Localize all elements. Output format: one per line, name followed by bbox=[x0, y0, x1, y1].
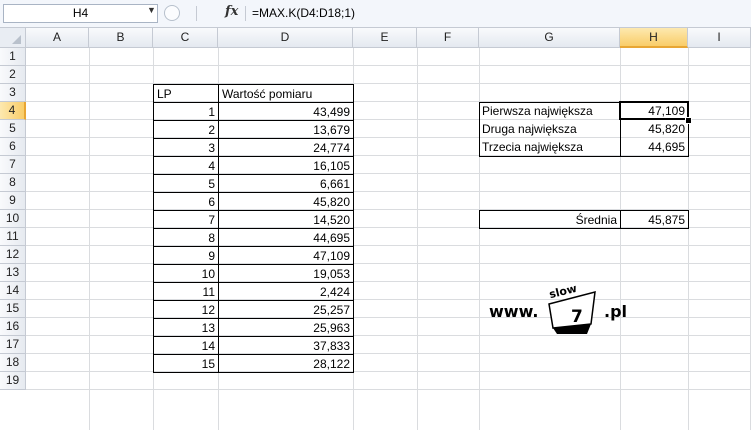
formula-input[interactable]: =MAX.K(D4:D18;1) bbox=[252, 6, 355, 20]
row-header-9[interactable]: 9 bbox=[0, 192, 26, 210]
table-cell-lp[interactable]: 6 bbox=[153, 192, 219, 211]
row-header-16[interactable]: 16 bbox=[0, 318, 26, 336]
row-header-15[interactable]: 15 bbox=[0, 300, 26, 318]
row-header-2[interactable]: 2 bbox=[0, 66, 26, 84]
column-header-d[interactable]: D bbox=[218, 28, 353, 48]
table-cell-value[interactable]: 13,679 bbox=[218, 120, 354, 139]
fill-handle[interactable] bbox=[685, 117, 692, 124]
gridline bbox=[417, 48, 418, 430]
table-cell-lp[interactable]: 9 bbox=[153, 246, 219, 265]
table-cell-lp[interactable]: 5 bbox=[153, 174, 219, 193]
formula-bar: H4 ▼ fx =MAX.K(D4:D18;1) bbox=[0, 0, 751, 28]
column-header-e[interactable]: E bbox=[353, 28, 417, 48]
row-header-14[interactable]: 14 bbox=[0, 282, 26, 300]
table-cell-lp[interactable]: 8 bbox=[153, 228, 219, 247]
first-largest-label[interactable]: Pierwsza największa bbox=[479, 102, 621, 120]
third-largest-value[interactable]: 44,695 bbox=[620, 138, 688, 156]
row-header-17[interactable]: 17 bbox=[0, 336, 26, 354]
third-largest-label[interactable]: Trzecia największa bbox=[479, 138, 621, 156]
separator bbox=[245, 6, 246, 21]
table-cell-lp[interactable]: 1 bbox=[153, 102, 219, 121]
table-cell-value[interactable]: 24,774 bbox=[218, 138, 354, 157]
table-cell-lp[interactable]: 3 bbox=[153, 138, 219, 157]
gridline bbox=[26, 371, 751, 372]
row-header-13[interactable]: 13 bbox=[0, 264, 26, 282]
chevron-down-icon[interactable]: ▼ bbox=[147, 5, 156, 15]
table-cell-value[interactable]: 47,109 bbox=[218, 246, 354, 265]
table-cell-value[interactable]: 25,257 bbox=[218, 300, 354, 319]
logo-pl: .pl bbox=[604, 302, 628, 321]
row-header-5[interactable]: 5 bbox=[0, 120, 26, 138]
row-header-6[interactable]: 6 bbox=[0, 138, 26, 156]
row-header-1[interactable]: 1 bbox=[0, 48, 26, 66]
table-cell-lp[interactable]: 12 bbox=[153, 300, 219, 319]
row-header-11[interactable]: 11 bbox=[0, 228, 26, 246]
row-header-7[interactable]: 7 bbox=[0, 156, 26, 174]
table-cell-value[interactable]: 45,820 bbox=[218, 192, 354, 211]
table-cell-value[interactable]: 16,105 bbox=[218, 156, 354, 175]
gridline bbox=[26, 191, 751, 192]
logo-seven: 7 bbox=[571, 307, 583, 327]
table-cell-lp[interactable]: 2 bbox=[153, 120, 219, 139]
table-cell-lp[interactable]: 10 bbox=[153, 264, 219, 283]
gridline bbox=[26, 245, 751, 246]
name-box[interactable]: H4 bbox=[3, 4, 158, 23]
column-header-c[interactable]: C bbox=[153, 28, 218, 48]
row-header-8[interactable]: 8 bbox=[0, 174, 26, 192]
table-cell-lp[interactable]: 14 bbox=[153, 336, 219, 355]
average-value[interactable]: 45,875 bbox=[620, 210, 689, 229]
table-cell-value[interactable]: 43,499 bbox=[218, 102, 354, 121]
gridline bbox=[26, 173, 751, 174]
separator bbox=[196, 6, 197, 21]
table-header-value[interactable]: Wartość pomiaru bbox=[218, 84, 354, 103]
table-cell-lp[interactable]: 15 bbox=[153, 354, 219, 373]
column-header-f[interactable]: F bbox=[417, 28, 479, 48]
average-label[interactable]: Średnia bbox=[479, 210, 621, 229]
column-header-g[interactable]: G bbox=[479, 28, 620, 48]
row-header-12[interactable]: 12 bbox=[0, 246, 26, 264]
table-header-lp[interactable]: LP bbox=[153, 84, 219, 103]
second-largest-label[interactable]: Druga największa bbox=[479, 120, 621, 138]
gridline bbox=[26, 389, 751, 390]
select-all-icon bbox=[12, 35, 21, 44]
gridline bbox=[26, 281, 751, 282]
gridline bbox=[26, 83, 751, 84]
table-cell-value[interactable]: 25,963 bbox=[218, 318, 354, 337]
column-header-h[interactable]: H bbox=[620, 28, 688, 48]
column-header-i[interactable]: I bbox=[688, 28, 751, 48]
table-cell-lp[interactable]: 7 bbox=[153, 210, 219, 229]
row-header-10[interactable]: 10 bbox=[0, 210, 26, 228]
logo-www: www. bbox=[489, 302, 539, 321]
table-cell-value[interactable]: 28,122 bbox=[218, 354, 354, 373]
row-header-3[interactable]: 3 bbox=[0, 84, 26, 102]
row-header-19[interactable]: 19 bbox=[0, 372, 26, 390]
table-cell-lp[interactable]: 11 bbox=[153, 282, 219, 301]
table-cell-lp[interactable]: 13 bbox=[153, 318, 219, 337]
cancel-formula-icon[interactable] bbox=[164, 5, 180, 21]
column-header-b[interactable]: B bbox=[89, 28, 153, 48]
worksheet-grid[interactable]: A B C D E F G H I 1 2 3 4 5 6 7 8 9 10 1… bbox=[0, 28, 751, 430]
table-cell-value[interactable]: 14,520 bbox=[218, 210, 354, 229]
second-largest-value[interactable]: 45,820 bbox=[620, 120, 688, 138]
row-header-4[interactable]: 4 bbox=[0, 102, 26, 120]
active-cell-outline[interactable] bbox=[619, 101, 689, 120]
gridline bbox=[26, 263, 751, 264]
table-cell-value[interactable]: 19,053 bbox=[218, 264, 354, 283]
row-header-18[interactable]: 18 bbox=[0, 354, 26, 372]
column-header-a[interactable]: A bbox=[26, 28, 89, 48]
table-cell-value[interactable]: 6,661 bbox=[218, 174, 354, 193]
select-all-corner[interactable] bbox=[0, 28, 26, 48]
gridline bbox=[89, 48, 90, 430]
table-cell-value[interactable]: 37,833 bbox=[218, 336, 354, 355]
gridline bbox=[26, 353, 751, 354]
slow7-logo: www. slow 7 .pl bbox=[489, 282, 649, 338]
table-cell-value[interactable]: 2,424 bbox=[218, 282, 354, 301]
gridline bbox=[26, 65, 751, 66]
table-cell-lp[interactable]: 4 bbox=[153, 156, 219, 175]
table-cell-value[interactable]: 44,695 bbox=[218, 228, 354, 247]
insert-function-icon[interactable]: fx bbox=[225, 4, 238, 19]
